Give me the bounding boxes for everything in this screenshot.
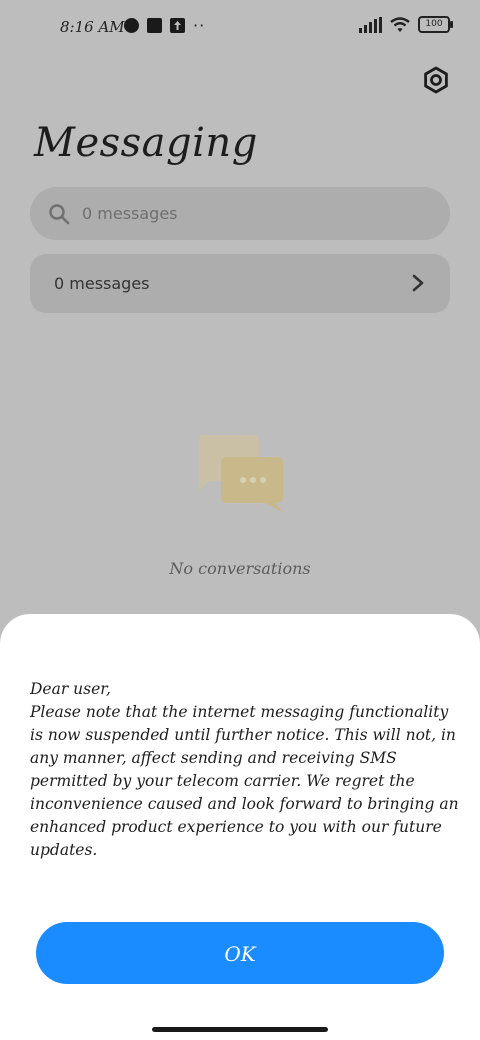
- battery-icon: 100: [418, 16, 453, 33]
- chevron-right-icon: [412, 274, 424, 292]
- dialog-message: Dear user, Please note that the internet…: [30, 678, 466, 862]
- empty-state-text: No conversations: [169, 559, 311, 578]
- messaging-screen: 8:16 AM ·· 100 Messaging 0 messages 0 me…: [0, 0, 480, 1040]
- status-time: 8:16 AM: [60, 18, 125, 36]
- home-indicator[interactable]: [152, 1027, 328, 1032]
- signal-icon: [359, 16, 382, 33]
- square-icon: [147, 18, 162, 33]
- messages-summary-label: 0 messages: [54, 274, 150, 293]
- gear-icon[interactable]: [420, 64, 452, 96]
- chat-bubbles-icon: [199, 435, 283, 512]
- status-icons-left: ··: [124, 15, 206, 35]
- search-icon: [49, 204, 70, 225]
- search-input[interactable]: 0 messages: [30, 187, 450, 240]
- wifi-icon: [390, 16, 410, 32]
- dialog-greeting: Dear user,: [30, 680, 111, 698]
- status-icons-right: 100: [359, 16, 453, 33]
- dialog-body: Please note that the internet messaging …: [30, 703, 464, 859]
- notification-circle-icon: [124, 18, 139, 33]
- messages-summary-row[interactable]: 0 messages: [30, 254, 450, 313]
- upload-icon: [170, 18, 185, 33]
- more-notifications: ··: [193, 15, 206, 35]
- page-title: Messaging: [34, 120, 258, 166]
- search-placeholder: 0 messages: [82, 204, 178, 223]
- ok-button[interactable]: OK: [36, 922, 444, 984]
- notice-dialog: Dear user, Please note that the internet…: [0, 614, 480, 1040]
- status-bar: 8:16 AM ·· 100: [0, 0, 480, 56]
